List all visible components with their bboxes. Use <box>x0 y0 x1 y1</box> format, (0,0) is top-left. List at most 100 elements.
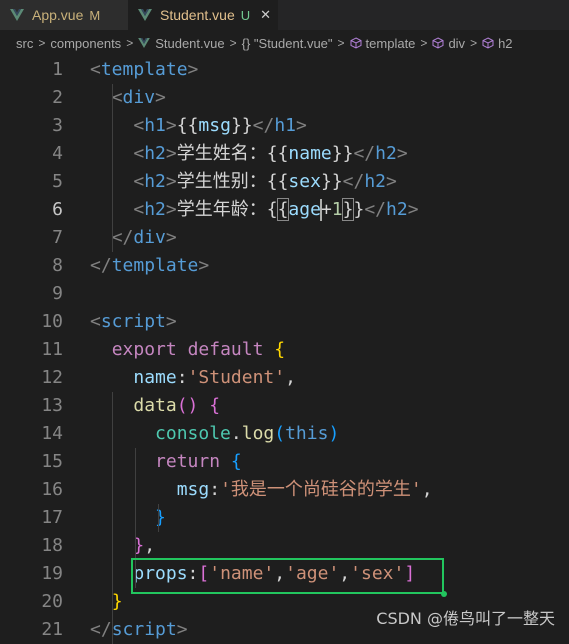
code-token: h2 <box>144 143 166 164</box>
code-token: < <box>111 87 123 108</box>
code-token: 学生年龄： <box>176 199 267 220</box>
breadcrumb-item-components[interactable]: components <box>50 36 121 51</box>
line-number: 21 <box>41 619 63 640</box>
code-token: < <box>133 143 145 164</box>
code-line[interactable]: 9 <box>0 280 569 308</box>
code-line[interactable]: 1 <template> <box>0 56 569 84</box>
code-line[interactable]: 4 <h2>学生姓名：{{name}}</h2> <box>0 140 569 168</box>
tab-label: App.vue <box>32 7 84 23</box>
code-line[interactable]: 18 }, <box>0 532 569 560</box>
chevron-right-icon: > <box>38 36 46 50</box>
code-token: h2 <box>375 143 397 164</box>
code-token: script <box>100 311 166 332</box>
breadcrumb-item-src[interactable]: src <box>16 36 33 51</box>
code-token: data <box>133 395 177 416</box>
code-token: . <box>230 423 242 444</box>
breadcrumb-item-module[interactable]: {} "Student.vue" <box>242 36 333 51</box>
tab-bar: App.vue M Student.vue U ✕ <box>0 0 569 30</box>
code-line[interactable]: 14 console.log(this) <box>0 420 569 448</box>
code-token: { <box>274 339 286 360</box>
code-token: 学生姓名： <box>176 143 267 164</box>
code-line[interactable]: 15 return { <box>0 448 569 476</box>
code-line[interactable]: 12 name:'Student', <box>0 364 569 392</box>
line-number: 1 <box>52 59 63 80</box>
line-number: 14 <box>41 423 63 444</box>
code-line[interactable]: 3 <h1>{{msg}}</h1> <box>0 112 569 140</box>
vue-file-icon <box>138 9 152 21</box>
line-number: 6 <box>52 199 63 220</box>
indent-guide <box>158 504 159 532</box>
line-number: 11 <box>41 339 63 360</box>
code-token: }} <box>331 143 354 164</box>
code-token: 学生性别： <box>176 171 267 192</box>
code-token: {{ <box>266 171 289 192</box>
tab-app-vue[interactable]: App.vue M <box>0 0 128 30</box>
code-line[interactable]: 7 </div> <box>0 224 569 252</box>
code-line[interactable]: 11 export default { <box>0 336 569 364</box>
code-token: 1 <box>331 199 343 220</box>
code-token: , <box>421 479 433 500</box>
code-line[interactable]: 8 </template> <box>0 252 569 280</box>
code-token: h1 <box>144 115 166 136</box>
code-editor[interactable]: 21 </script> 20 } 19 props:['name','age','s… <box>0 56 569 644</box>
code-line[interactable]: 13 data() { <box>0 392 569 420</box>
code-token: </ <box>342 171 365 192</box>
code-token: > <box>386 171 397 192</box>
code-token: h1 <box>274 115 296 136</box>
indent-guide <box>112 84 113 252</box>
code-token: div <box>122 87 156 108</box>
code-line[interactable]: 5 <h2>学生性别：{{sex}}</h2> <box>0 168 569 196</box>
cube-icon <box>432 37 444 49</box>
code-token: '我是一个尚硅谷的学生' <box>220 479 422 500</box>
code-token: < <box>133 171 145 192</box>
code-token: { <box>266 199 278 220</box>
code-line[interactable]: 10 <script> <box>0 308 569 336</box>
line-number: 18 <box>41 535 63 556</box>
code-token: template <box>100 59 188 80</box>
code-token: > <box>165 143 177 164</box>
code-token: age <box>288 199 321 220</box>
code-text: <h2>学生年龄：{{age+1}}</h2> <box>90 196 419 224</box>
code-token: h2 <box>144 171 166 192</box>
code-token: {{ <box>266 143 289 164</box>
code-line[interactable]: 2 <div> <box>0 84 569 112</box>
code-token: } <box>341 198 355 221</box>
code-token: h2 <box>364 171 386 192</box>
code-token: </ <box>364 199 386 220</box>
line-number: 15 <box>41 451 63 472</box>
code-token: + <box>320 199 332 220</box>
code-token: < <box>133 199 145 220</box>
code-token: , <box>144 535 156 556</box>
code-token: > <box>165 199 177 220</box>
breadcrumb-item-h2[interactable]: h2 <box>498 36 512 51</box>
code-token: > <box>396 143 408 164</box>
code-text: </div> <box>90 224 177 252</box>
code-token: return <box>155 451 221 472</box>
cube-icon <box>482 37 494 49</box>
line-number: 8 <box>52 255 63 276</box>
line-number: 13 <box>41 395 63 416</box>
code-line[interactable]: 17 } <box>0 504 569 532</box>
line-number: 2 <box>52 87 63 108</box>
breadcrumb-item-template[interactable]: template <box>366 36 416 51</box>
tab-student-vue[interactable]: Student.vue U ✕ <box>128 0 278 30</box>
code-token: > <box>407 199 419 220</box>
close-icon[interactable]: ✕ <box>260 8 271 23</box>
code-text: } <box>90 504 166 532</box>
line-number: 12 <box>41 367 63 388</box>
code-text: <h2>学生性别：{{sex}}</h2> <box>90 168 397 196</box>
code-line[interactable]: 16 msg:'我是一个尚硅谷的学生', <box>0 476 569 504</box>
code-text: msg:'我是一个尚硅谷的学生', <box>90 476 433 504</box>
code-token: > <box>296 115 307 136</box>
code-token: name <box>288 143 332 164</box>
breadcrumb-item-div[interactable]: div <box>448 36 465 51</box>
code-line[interactable]: 6 <h2>学生年龄：{{age+1}}</h2> <box>0 196 569 224</box>
breadcrumb-item-file[interactable]: Student.vue <box>155 36 224 51</box>
